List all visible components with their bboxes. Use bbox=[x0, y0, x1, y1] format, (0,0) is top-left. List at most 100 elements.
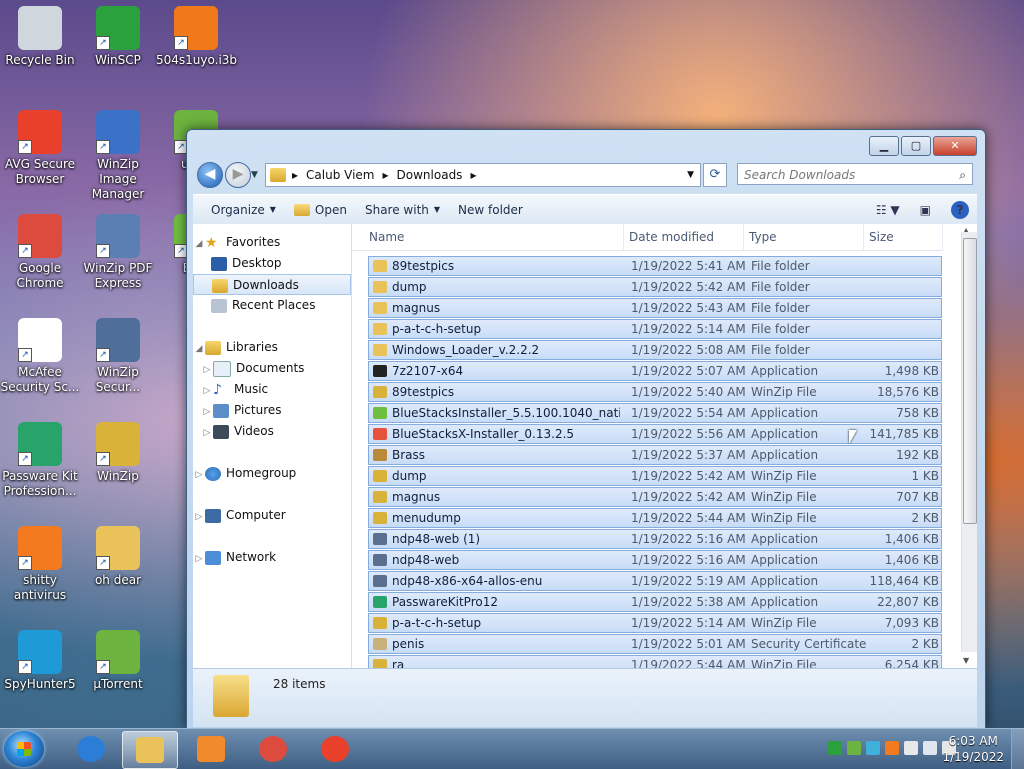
file-row[interactable]: 7z2107-x64 1/19/2022 5:07 AM Application 1,… bbox=[368, 361, 942, 381]
file-row[interactable]: ndp48-x86-x64-allos-enu 1/19/2022 5:19 AM… bbox=[368, 571, 942, 591]
expand-arrow-icon[interactable]: ▷ bbox=[201, 402, 213, 423]
network-icon[interactable] bbox=[923, 741, 937, 755]
file-row[interactable]: Brass 1/19/2022 5:37 AM Application 192 KB bbox=[368, 445, 942, 465]
expand-arrow-icon[interactable]: ▷ bbox=[201, 360, 213, 381]
history-dropdown-icon[interactable]: ▼ bbox=[251, 170, 258, 180]
desktop-icon-item[interactable]: ↗ WinZip bbox=[78, 422, 158, 484]
show-desktop-button[interactable] bbox=[1011, 729, 1024, 769]
expand-arrow-icon[interactable]: ▷ bbox=[201, 381, 213, 402]
nav-computer[interactable]: ▷ Computer bbox=[193, 505, 351, 526]
nav-network[interactable]: ▷ Network bbox=[193, 547, 351, 568]
file-row[interactable]: ndp48-web (1) 1/19/2022 5:16 AM Applicatio… bbox=[368, 529, 942, 549]
desktop-icon-item[interactable]: ↗ Google Chrome bbox=[0, 214, 80, 291]
vertical-scrollbar[interactable]: ▲ ▼ bbox=[943, 224, 977, 668]
chevron-right-icon[interactable]: ▸ bbox=[470, 168, 476, 182]
expand-arrow-icon[interactable]: ▷ bbox=[193, 549, 205, 570]
taskbar-button[interactable] bbox=[64, 731, 118, 767]
address-dropdown-icon[interactable]: ▼ bbox=[687, 170, 694, 180]
maximize-button[interactable]: ▢ bbox=[901, 136, 931, 156]
view-options-icon[interactable]: ☷ ▼ bbox=[876, 203, 900, 217]
desktop-icon-item[interactable]: ↗ oh dear bbox=[78, 526, 158, 588]
flag-icon[interactable] bbox=[904, 741, 918, 755]
file-row[interactable]: ra 1/19/2022 5:44 AM WinZip File 6,254 KB bbox=[368, 655, 942, 668]
expand-arrow-icon[interactable]: ◢ bbox=[193, 339, 205, 360]
desktop-icon-item[interactable]: ↗ WinZip PDF Express bbox=[78, 214, 158, 291]
file-row[interactable]: dump 1/19/2022 5:42 AM WinZip File 1 KB bbox=[368, 466, 942, 486]
scroll-track[interactable] bbox=[961, 232, 977, 652]
desktop-icon-item[interactable]: ↗ shitty antivirus bbox=[0, 526, 80, 603]
desktop-icon-item[interactable]: ↗ McAfee Security Sc... bbox=[0, 318, 80, 395]
desktop-icon-item[interactable]: ↗ WinZip Image Manager bbox=[78, 110, 158, 202]
nav-libraries[interactable]: ◢ Libraries bbox=[193, 337, 351, 358]
breadcrumb-root[interactable]: Calub Viem bbox=[306, 168, 374, 182]
expand-arrow-icon[interactable]: ◢ bbox=[193, 234, 205, 255]
minimize-button[interactable]: ▁ bbox=[869, 136, 899, 156]
desktop-icon-item[interactable]: ↗ WinZip Secur... bbox=[78, 318, 158, 395]
file-row[interactable]: penis 1/19/2022 5:01 AM Security Certifica… bbox=[368, 634, 942, 654]
utorrent-tray-icon[interactable] bbox=[847, 741, 861, 755]
close-button[interactable]: ✕ bbox=[933, 136, 977, 156]
help-icon[interactable]: ? bbox=[951, 200, 969, 219]
back-button[interactable]: ◀ bbox=[197, 162, 223, 188]
file-row[interactable]: Windows_Loader_v.2.2.2 1/19/2022 5:08 AM F… bbox=[368, 340, 942, 360]
nav-pictures[interactable]: ▷ Pictures bbox=[193, 400, 351, 421]
nav-recent-places[interactable]: Recent Places bbox=[193, 295, 351, 316]
chevron-right-icon[interactable]: ▸ bbox=[383, 168, 389, 182]
column-date-modified[interactable]: Date modified bbox=[624, 224, 744, 250]
column-type[interactable]: Type bbox=[744, 224, 864, 250]
nav-homegroup[interactable]: ▷ Homegroup bbox=[193, 463, 351, 484]
file-row[interactable]: dump 1/19/2022 5:42 AM File folder bbox=[368, 277, 942, 297]
desktop-icon-item[interactable]: ↗ SpyHunter5 bbox=[0, 630, 80, 692]
nav-downloads[interactable]: Downloads bbox=[193, 274, 351, 295]
file-row[interactable]: 89testpics 1/19/2022 5:40 AM WinZip File 18… bbox=[368, 382, 942, 402]
desktop-icon-item[interactable]: ↗ µTorrent bbox=[78, 630, 158, 692]
nav-documents[interactable]: ▷ Documents bbox=[193, 358, 351, 379]
share-with-button[interactable]: Share with ▼ bbox=[365, 203, 440, 217]
tray-icon[interactable] bbox=[828, 741, 842, 755]
desktop-icon-item[interactable]: Recycle Bin bbox=[0, 6, 80, 68]
nav-desktop[interactable]: Desktop bbox=[193, 253, 351, 274]
desktop-icon-item[interactable]: ↗ 504s1uyo.i3b bbox=[156, 6, 237, 68]
nav-videos[interactable]: ▷ Videos bbox=[193, 421, 351, 442]
breadcrumb-downloads[interactable]: Downloads bbox=[397, 168, 463, 182]
file-row[interactable]: p-a-t-c-h-setup 1/19/2022 5:14 AM WinZip F… bbox=[368, 613, 942, 633]
open-button[interactable]: Open bbox=[293, 203, 347, 217]
refresh-button[interactable]: ⟳ bbox=[703, 163, 727, 187]
taskbar-button[interactable] bbox=[122, 731, 178, 769]
nav-music[interactable]: ▷ ♪ Music bbox=[193, 379, 351, 400]
file-row[interactable]: BlueStacksInstaller_5.5.100.1040_native_… bbox=[368, 403, 942, 423]
forward-button[interactable]: ▶ bbox=[225, 162, 251, 188]
file-row[interactable]: 89testpics 1/19/2022 5:41 AM File folder bbox=[368, 256, 942, 276]
tray-icon[interactable] bbox=[866, 741, 880, 755]
file-row[interactable]: magnus 1/19/2022 5:43 AM File folder bbox=[368, 298, 942, 318]
search-icon[interactable]: ⌕ bbox=[959, 164, 966, 186]
taskbar-button[interactable] bbox=[184, 731, 238, 767]
scroll-down-icon[interactable]: ▼ bbox=[963, 656, 969, 665]
taskbar-button[interactable] bbox=[308, 731, 362, 767]
search-input[interactable]: Search Downloads ⌕ bbox=[737, 163, 973, 185]
column-name[interactable]: Name bbox=[364, 224, 624, 250]
expand-arrow-icon[interactable]: ▷ bbox=[193, 507, 205, 528]
start-button[interactable] bbox=[4, 731, 44, 767]
expand-arrow-icon[interactable]: ▷ bbox=[193, 465, 205, 486]
file-row[interactable]: p-a-t-c-h-setup 1/19/2022 5:14 AM File fol… bbox=[368, 319, 942, 339]
file-row[interactable]: magnus 1/19/2022 5:42 AM WinZip File 707 KB bbox=[368, 487, 942, 507]
organize-button[interactable]: Organize ▼ bbox=[211, 203, 276, 217]
desktop-icon-item[interactable]: ↗ WinSCP bbox=[78, 6, 158, 68]
scroll-thumb[interactable] bbox=[963, 238, 977, 524]
file-row[interactable]: ndp48-web 1/19/2022 5:16 AM Application 1,4… bbox=[368, 550, 942, 570]
new-folder-button[interactable]: New folder bbox=[458, 203, 523, 217]
clock[interactable]: 6:03 AM 1/19/2022 bbox=[942, 733, 1004, 765]
avast-tray-icon[interactable] bbox=[885, 741, 899, 755]
column-size[interactable]: Size bbox=[864, 224, 943, 250]
preview-pane-icon[interactable]: ▣ bbox=[920, 203, 931, 217]
expand-arrow-icon[interactable]: ▷ bbox=[201, 423, 213, 444]
desktop-icon-item[interactable]: ↗ Passware Kit Profession... bbox=[0, 422, 80, 499]
address-bar[interactable]: ▸ Calub Viem ▸ Downloads ▸ ▼ bbox=[265, 163, 701, 187]
file-row[interactable]: PasswareKitPro12 1/19/2022 5:38 AM Applica… bbox=[368, 592, 942, 612]
file-row[interactable]: menudump 1/19/2022 5:44 AM WinZip File 2 KB bbox=[368, 508, 942, 528]
chevron-right-icon[interactable]: ▸ bbox=[292, 168, 298, 182]
desktop-icon-item[interactable]: ↗ AVG Secure Browser bbox=[0, 110, 80, 187]
taskbar-button[interactable] bbox=[246, 731, 300, 767]
nav-favorites[interactable]: ◢ ★ Favorites bbox=[193, 232, 351, 253]
